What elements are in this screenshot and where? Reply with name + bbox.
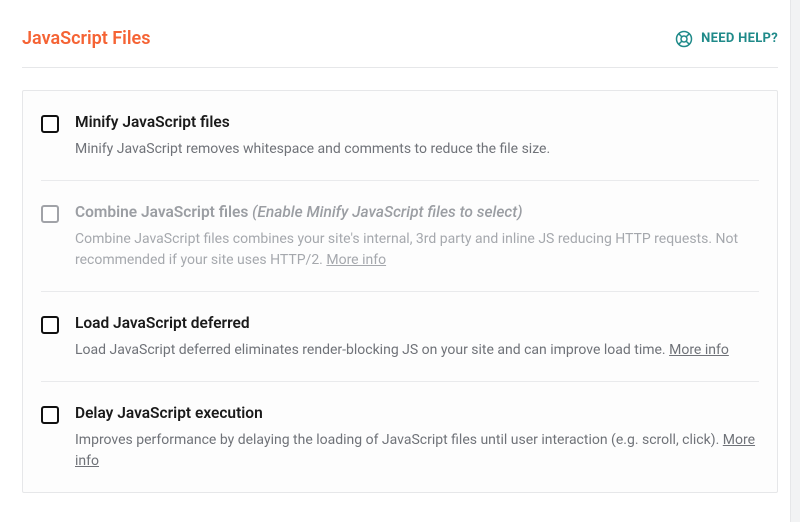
option-title: Minify JavaScript files bbox=[75, 113, 759, 131]
checkbox-defer-js[interactable] bbox=[41, 316, 59, 334]
option-title: Load JavaScript deferred bbox=[75, 314, 759, 332]
need-help-label: NEED HELP? bbox=[701, 31, 778, 46]
more-info-link[interactable]: More info bbox=[326, 252, 386, 268]
option-desc: Improves performance by delaying the loa… bbox=[75, 430, 759, 472]
options-panel: Minify JavaScript files Minify JavaScrip… bbox=[22, 90, 778, 493]
scrollbar-track[interactable] bbox=[790, 0, 800, 522]
option-hint: (Enable Minify JavaScript files to selec… bbox=[252, 203, 522, 221]
option-desc: Load JavaScript deferred eliminates rend… bbox=[75, 340, 759, 361]
option-title-text: Combine JavaScript files bbox=[75, 203, 252, 221]
option-desc-text: Combine JavaScript files combines your s… bbox=[75, 231, 738, 268]
more-info-link[interactable]: More info bbox=[669, 342, 729, 358]
option-title: Combine JavaScript files (Enable Minify … bbox=[75, 203, 759, 221]
option-desc-text: Load JavaScript deferred eliminates rend… bbox=[75, 342, 669, 358]
need-help-link[interactable]: NEED HELP? bbox=[675, 30, 778, 48]
lifebuoy-icon bbox=[675, 30, 693, 48]
checkbox-delay-js[interactable] bbox=[41, 406, 59, 424]
section-title: JavaScript Files bbox=[22, 28, 150, 49]
option-desc: Combine JavaScript files combines your s… bbox=[75, 229, 759, 271]
checkbox-combine-js bbox=[41, 205, 59, 223]
section-header: JavaScript Files NEED HELP? bbox=[22, 28, 778, 68]
option-desc: Minify JavaScript removes whitespace and… bbox=[75, 139, 759, 160]
option-desc-text: Improves performance by delaying the loa… bbox=[75, 432, 723, 448]
option-title: Delay JavaScript execution bbox=[75, 404, 759, 422]
option-defer-js: Load JavaScript deferred Load JavaScript… bbox=[41, 292, 759, 382]
option-minify-js: Minify JavaScript files Minify JavaScrip… bbox=[41, 91, 759, 181]
checkbox-minify-js[interactable] bbox=[41, 115, 59, 133]
option-delay-js: Delay JavaScript execution Improves perf… bbox=[41, 382, 759, 492]
option-combine-js: Combine JavaScript files (Enable Minify … bbox=[41, 181, 759, 292]
